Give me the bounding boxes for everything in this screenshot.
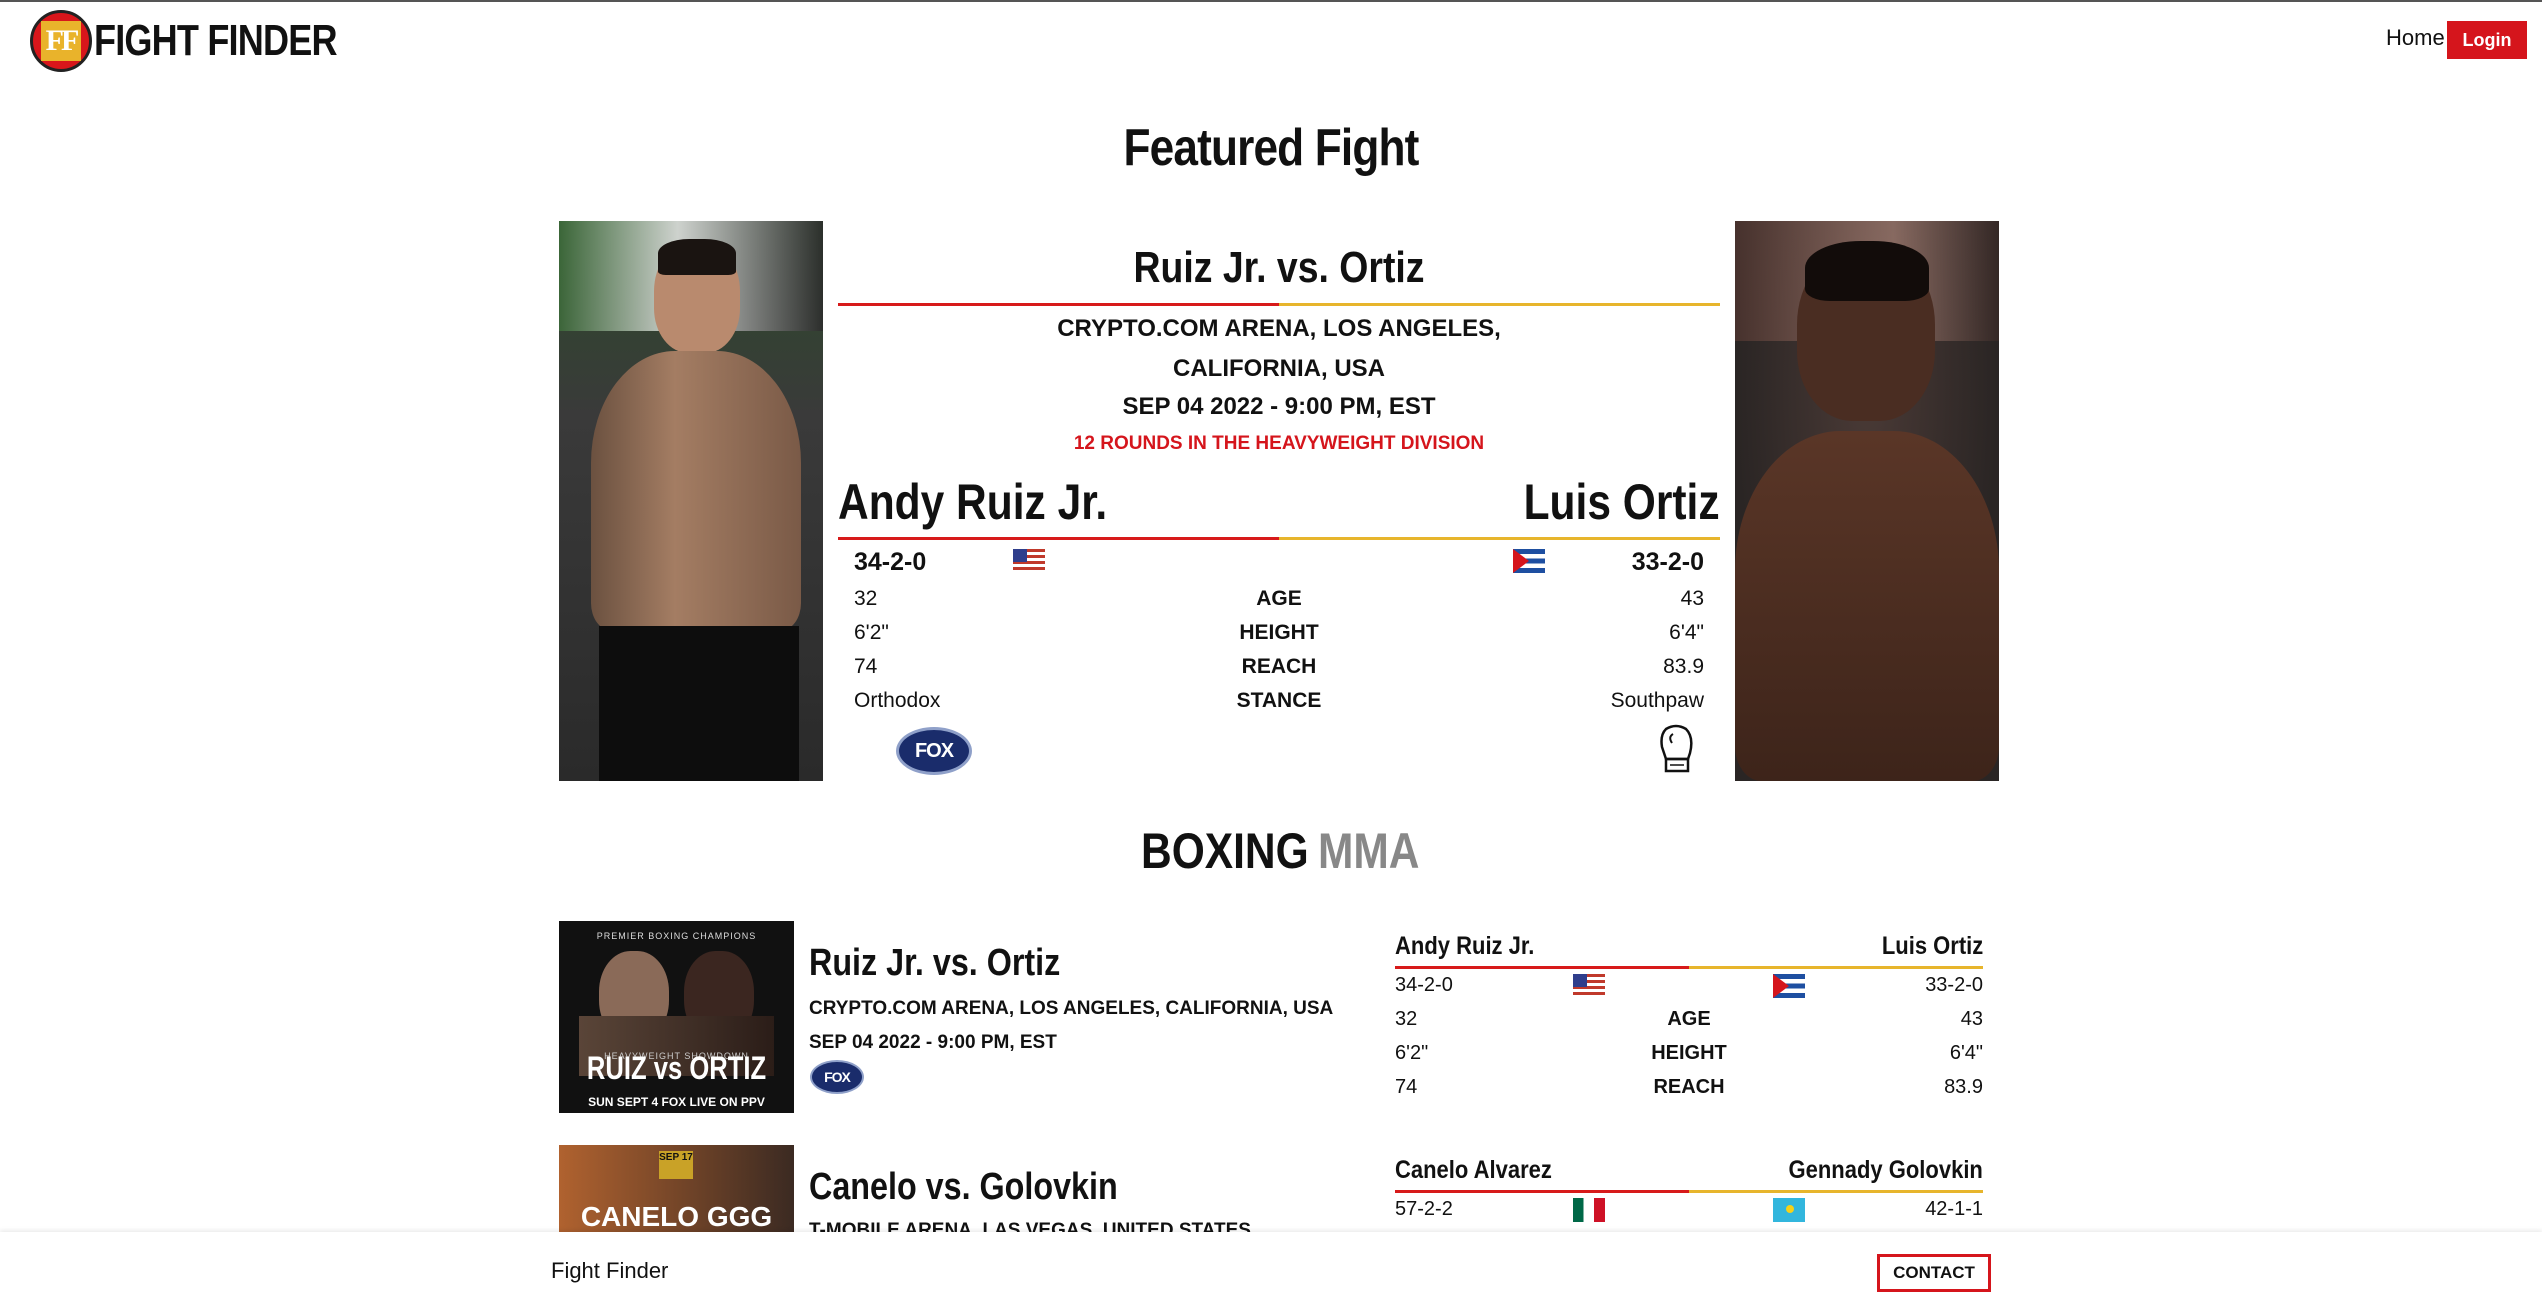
fox-sports-icon: FOX bbox=[810, 1060, 864, 1094]
featured-fight-card[interactable]: Ruiz Jr. vs. Ortiz CRYPTO.COM ARENA, LOS… bbox=[838, 221, 1720, 781]
site-footer: Fight Finder CONTACT bbox=[0, 1232, 2542, 1313]
flag-us-icon bbox=[1013, 549, 1045, 573]
fighter-b-photo bbox=[1735, 221, 1999, 781]
flag-mexico-icon bbox=[1573, 1198, 1605, 1222]
contact-button[interactable]: CONTACT bbox=[1877, 1254, 1991, 1292]
flag-cuba-icon bbox=[1773, 974, 1805, 998]
fight-venue: CRYPTO.COM ARENA, LOS ANGELES, CALIFORNI… bbox=[809, 998, 1334, 1019]
fighter-b-record: 33-2-0 bbox=[1631, 548, 1704, 576]
fight-stats-card: Canelo Alvarez Gennady Golovkin 57-2-2 4… bbox=[1395, 1156, 1983, 1222]
featured-rounds: 12 ROUNDS IN THE HEAVYWEIGHT DIVISION bbox=[1073, 433, 1485, 454]
fight-date: SEP 04 2022 - 9:00 PM, EST bbox=[809, 1032, 1057, 1053]
fight-venue: T-MOBILE ARENA, LAS VEGAS, UNITED STATES bbox=[809, 1220, 1251, 1232]
boxing-glove-icon bbox=[1660, 724, 1693, 773]
matchup-divider bbox=[838, 303, 1720, 306]
login-button[interactable]: Login bbox=[2447, 21, 2527, 59]
featured-section-title: Featured Fight bbox=[1123, 119, 1419, 177]
fighter-a-name: Andy Ruiz Jr. bbox=[838, 474, 1108, 530]
fighter-a-record: 34-2-0 bbox=[854, 548, 927, 576]
logo-text: FIGHT FINDER bbox=[94, 16, 338, 65]
nav-home-link[interactable]: Home bbox=[2386, 25, 2445, 51]
tab-boxing[interactable]: BOXING bbox=[1141, 822, 1309, 880]
logo-badge-icon: FF bbox=[30, 10, 92, 72]
featured-matchup-title: Ruiz Jr. vs. Ortiz bbox=[1133, 243, 1425, 292]
fight-title[interactable]: Canelo vs. Golovkin bbox=[809, 1166, 1118, 1209]
fighters-divider bbox=[838, 537, 1720, 540]
flag-kazakhstan-icon bbox=[1773, 1198, 1805, 1222]
fight-title[interactable]: Ruiz Jr. vs. Ortiz bbox=[809, 942, 1060, 985]
site-logo[interactable]: FF FIGHT FINDER bbox=[30, 10, 390, 72]
featured-venue: CRYPTO.COM ARENA, LOS ANGELES, CALIFORNI… bbox=[1057, 315, 1501, 382]
fox-sports-icon: FOX bbox=[896, 727, 972, 775]
fighter-a-photo bbox=[559, 221, 823, 781]
top-border bbox=[0, 0, 2542, 2]
footer-brand: Fight Finder bbox=[551, 1258, 669, 1283]
fighter-b-name: Luis Ortiz bbox=[1524, 474, 1720, 530]
fight-poster[interactable]: PREMIER BOXING CHAMPIONS HEAVYWEIGHT SHO… bbox=[559, 921, 794, 1113]
fight-stats-card: Andy Ruiz Jr. Luis Ortiz 34-2-0 33-2-0 3… bbox=[1395, 932, 1983, 1098]
featured-date: SEP 04 2022 - 9:00 PM, EST bbox=[1122, 393, 1436, 420]
fight-poster[interactable]: SEP 17 CANELO GGG bbox=[559, 1145, 794, 1232]
tab-mma[interactable]: MMA bbox=[1318, 822, 1420, 880]
flag-cuba-icon bbox=[1513, 549, 1545, 573]
flag-us-icon bbox=[1573, 974, 1605, 998]
